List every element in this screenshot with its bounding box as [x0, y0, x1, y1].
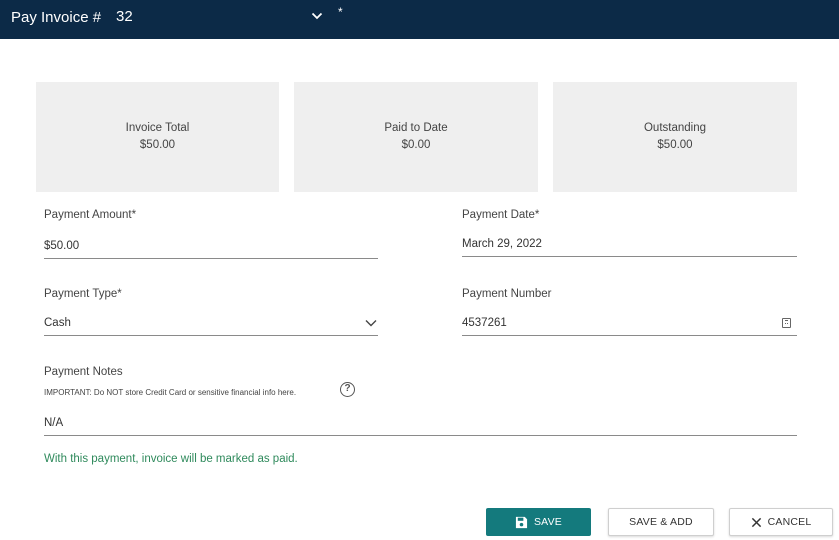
payment-notes-field[interactable]: N/A: [44, 414, 797, 436]
floppy-disk-icon: [515, 516, 528, 528]
unsaved-marker: *: [338, 5, 343, 19]
paid-to-date-label: Paid to Date: [384, 122, 448, 134]
help-circle-icon[interactable]: ?: [340, 382, 355, 397]
dialog-title: Pay Invoice #: [11, 9, 102, 26]
chevron-down-icon[interactable]: [309, 8, 325, 24]
dialog-header: Pay Invoice # 32 *: [0, 0, 839, 39]
outstanding-value: $50.00: [657, 139, 693, 151]
outstanding-card: Outstanding $50.00: [553, 82, 797, 192]
payment-number-label: Payment Number: [462, 288, 552, 300]
chevron-down-icon[interactable]: [364, 316, 378, 330]
payment-type-select[interactable]: Cash: [44, 314, 378, 336]
paid-to-date-card: Paid to Date $0.00: [294, 82, 538, 192]
cancel-button-label: CANCEL: [767, 516, 812, 528]
paid-status-message: With this payment, invoice will be marke…: [44, 453, 298, 465]
payment-amount-label: Payment Amount*: [44, 209, 137, 221]
payment-number-value[interactable]: 4537261: [462, 317, 507, 329]
outstanding-label: Outstanding: [643, 122, 706, 134]
close-icon: [751, 517, 761, 527]
payment-date-field[interactable]: March 29, 2022: [462, 235, 797, 257]
invoice-total-value: $50.00: [139, 139, 176, 151]
payment-amount-field[interactable]: $50.00: [44, 237, 378, 259]
save-and-add-button-label: SAVE & ADD: [629, 516, 693, 528]
payment-notes-hint: IMPORTANT: Do NOT store Credit Card or s…: [44, 388, 297, 397]
invoice-total-label: Invoice Total: [125, 122, 190, 134]
calculator-icon[interactable]: [782, 318, 791, 328]
payment-date-value[interactable]: March 29, 2022: [462, 238, 542, 250]
save-button-label: SAVE: [533, 516, 563, 528]
invoice-total-card: Invoice Total $50.00: [36, 82, 279, 192]
save-and-add-button[interactable]: SAVE & ADD: [608, 508, 714, 536]
payment-type-label: Payment Type*: [44, 288, 122, 300]
cancel-button[interactable]: CANCEL: [729, 508, 833, 536]
payment-notes-value[interactable]: N/A: [44, 417, 63, 429]
payment-amount-value[interactable]: $50.00: [44, 240, 79, 252]
payment-notes-label: Payment Notes: [44, 366, 123, 378]
payment-date-label: Payment Date*: [462, 209, 540, 221]
payment-type-value[interactable]: Cash: [44, 317, 71, 329]
invoice-number-select[interactable]: 32: [116, 8, 133, 25]
payment-number-field[interactable]: 4537261: [462, 314, 797, 336]
paid-to-date-value: $0.00: [401, 139, 431, 151]
save-button[interactable]: SAVE: [486, 508, 591, 536]
